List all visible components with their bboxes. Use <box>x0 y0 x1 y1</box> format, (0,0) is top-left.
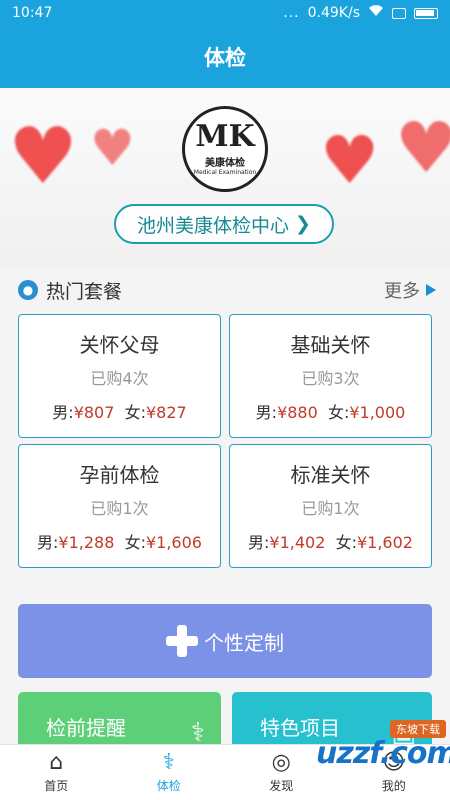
tab-home[interactable]: ⌂ 首页 <box>0 745 113 800</box>
sim-icon <box>392 7 406 19</box>
heart-decoration-icon: ♥ <box>395 107 450 189</box>
more-label: 更多 <box>384 281 420 302</box>
female-price: ¥1,602 <box>356 533 413 552</box>
hot-packages-header: ● 热门套餐 更多 <box>0 270 450 310</box>
tile-label: 检前提醒 <box>46 716 126 740</box>
male-label: 男: <box>248 533 270 552</box>
discover-icon: ◎ <box>271 749 291 775</box>
pre-exam-reminder-tile[interactable]: 检前提醒 ⚕ <box>18 692 221 752</box>
package-prices: 男:¥1,402 女:¥1,602 <box>230 529 431 553</box>
package-prices: 男:¥1,288 女:¥1,606 <box>19 529 220 553</box>
male-label: 男: <box>52 403 74 422</box>
wifi-icon <box>368 5 384 21</box>
center-name-label: 池州美康体检中心 <box>137 214 290 237</box>
package-name: 孕前体检 <box>79 463 160 487</box>
center-logo: MK 美康体检 Medical Examination <box>182 106 268 192</box>
package-prices: 男:¥880 女:¥1,000 <box>230 399 431 423</box>
female-price: ¥1,606 <box>145 533 202 552</box>
logo-mark: MK <box>195 119 255 154</box>
medical-cross-icon <box>166 625 198 657</box>
female-label: 女: <box>124 533 146 552</box>
tab-label: 发现 <box>269 778 294 793</box>
package-purchase-count: 已购3次 <box>301 369 360 388</box>
page-title: 体检 <box>204 46 246 70</box>
heart-decoration-icon: ♥ <box>320 122 380 199</box>
stethoscope-icon: ⚕ <box>162 749 175 775</box>
package-purchase-count: 已购1次 <box>301 499 360 518</box>
package-name: 标准关怀 <box>290 463 371 487</box>
tab-label: 首页 <box>44 778 69 793</box>
package-card[interactable]: 关怀父母 已购4次 男:¥807 女:¥827 <box>18 314 221 438</box>
watermark: 东坡下载 uzzf.com <box>316 720 450 780</box>
male-price: ¥1,402 <box>269 533 326 552</box>
package-card[interactable]: 孕前体检 已购1次 男:¥1,288 女:¥1,606 <box>18 444 221 568</box>
chevron-right-icon: ❯ <box>295 213 311 235</box>
tab-label: 体检 <box>156 778 181 793</box>
heart-decoration-icon: ♥ <box>90 119 135 177</box>
heart-decoration-icon: ♥ <box>8 112 78 202</box>
custom-plan-button[interactable]: 个性定制 <box>18 604 432 678</box>
female-label: 女: <box>124 403 146 422</box>
status-bar: 10:47 ... 0.49K/s <box>0 0 450 26</box>
tab-checkup[interactable]: ⚕ 体检 <box>113 745 226 800</box>
package-name: 关怀父母 <box>79 333 160 357</box>
title-bar: 体检 <box>0 26 450 88</box>
female-price: ¥1,000 <box>349 403 406 422</box>
female-label: 女: <box>327 403 350 422</box>
male-price: ¥807 <box>73 403 115 422</box>
logo-chinese-text: 美康体检 <box>205 158 245 169</box>
center-name-button[interactable]: 池州美康体检中心 ❯ <box>114 204 334 244</box>
package-card[interactable]: 标准关怀 已购1次 男:¥1,402 女:¥1,602 <box>229 444 432 568</box>
package-prices: 男:¥807 女:¥827 <box>19 399 220 423</box>
signal-dots: ... <box>283 5 300 21</box>
package-card[interactable]: 基础关怀 已购3次 男:¥880 女:¥1,000 <box>229 314 432 438</box>
more-link[interactable]: 更多 <box>384 277 436 303</box>
package-purchase-count: 已购4次 <box>90 369 149 388</box>
section-title: 热门套餐 <box>46 280 123 303</box>
male-price: ¥1,288 <box>58 533 115 552</box>
network-speed: 0.49K/s <box>307 5 360 21</box>
male-label: 男: <box>37 533 59 552</box>
female-label: 女: <box>335 533 357 552</box>
female-price: ¥827 <box>145 403 187 422</box>
user-badge-icon: ● <box>18 280 38 300</box>
watermark-text: uzzf.com <box>316 736 450 771</box>
logo-english-text: Medical Examination <box>193 169 257 176</box>
package-name: 基础关怀 <box>290 333 371 357</box>
play-arrow-icon <box>426 284 436 296</box>
home-icon: ⌂ <box>49 749 64 775</box>
status-time: 10:47 <box>12 5 53 21</box>
male-label: 男: <box>255 403 278 422</box>
battery-icon <box>414 7 438 19</box>
custom-plan-label: 个性定制 <box>204 630 284 655</box>
male-price: ¥880 <box>277 403 318 422</box>
package-purchase-count: 已购1次 <box>90 499 149 518</box>
banner[interactable]: ♥ ♥ ♥ ♥ MK 美康体检 Medical Examination 池州美康… <box>0 88 450 268</box>
